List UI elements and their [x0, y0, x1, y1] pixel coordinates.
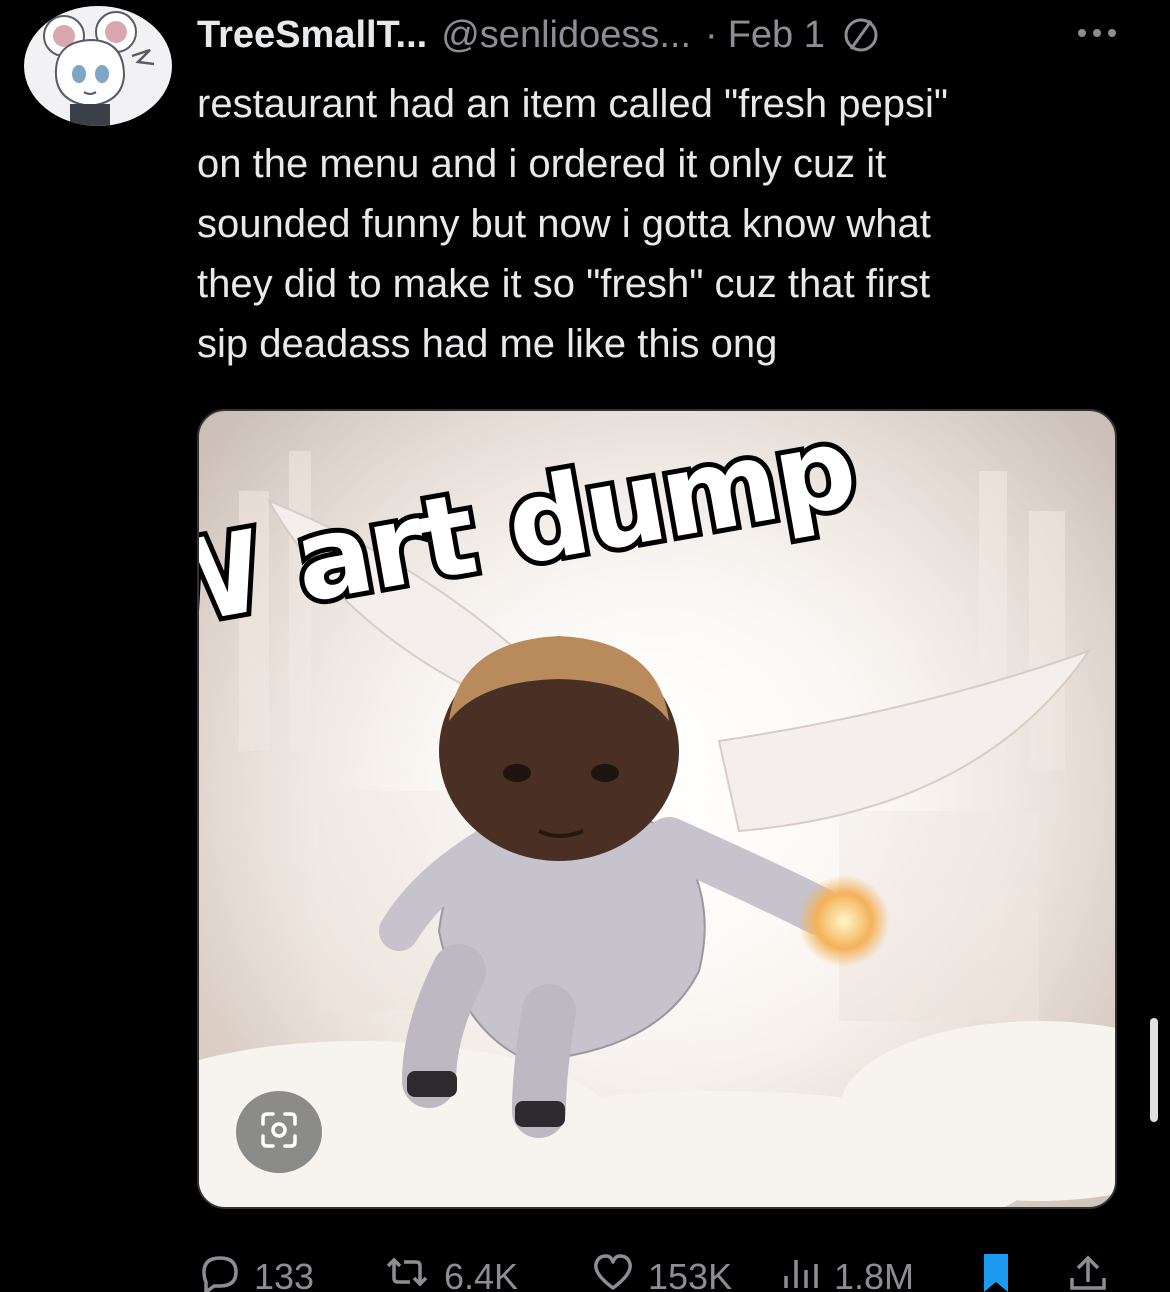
views-icon: [778, 1252, 822, 1292]
tweet-header: TreeSmallT... @senlidoess... · Feb 1: [197, 10, 881, 60]
tweet-text: restaurant had an item called "fresh pep…: [197, 82, 949, 366]
avatar[interactable]: [24, 6, 172, 126]
bookmark-button[interactable]: [976, 1252, 1016, 1292]
repost-button[interactable]: 6.4K: [382, 1252, 518, 1292]
bookmark-icon: [976, 1252, 1016, 1292]
more-icon[interactable]: [1078, 18, 1116, 48]
share-button[interactable]: [1066, 1252, 1110, 1292]
scan-button[interactable]: [236, 1091, 322, 1173]
like-button[interactable]: 153K: [590, 1252, 732, 1292]
repost-count: 6.4K: [444, 1255, 519, 1292]
tweet-date[interactable]: Feb 1: [728, 10, 825, 60]
user-handle[interactable]: @senlidoess...: [441, 10, 691, 60]
separator: ·: [705, 14, 718, 56]
avatar-image: [43, 11, 155, 126]
share-icon: [1066, 1252, 1110, 1292]
tweet-media[interactable]: W art dump: [197, 409, 1117, 1209]
heart-icon: [590, 1252, 636, 1292]
reply-count: 133: [254, 1255, 315, 1292]
like-count: 153K: [648, 1255, 733, 1292]
display-name[interactable]: TreeSmallT...: [197, 10, 427, 60]
scan-icon: [257, 1108, 301, 1157]
views-button[interactable]: 1.8M: [778, 1252, 914, 1292]
scrollbar[interactable]: [1150, 1018, 1158, 1122]
reply-button[interactable]: 133: [196, 1252, 314, 1292]
repost-icon: [382, 1252, 432, 1292]
reply-icon: [196, 1252, 242, 1292]
circle-slash-icon: [841, 15, 881, 55]
tweet[interactable]: TreeSmallT... @senlidoess... · Feb 1 res…: [0, 0, 1170, 1292]
tweet-actions: 133 6.4K 153K 1.8M: [196, 1252, 1126, 1292]
views-count: 1.8M: [834, 1255, 915, 1292]
